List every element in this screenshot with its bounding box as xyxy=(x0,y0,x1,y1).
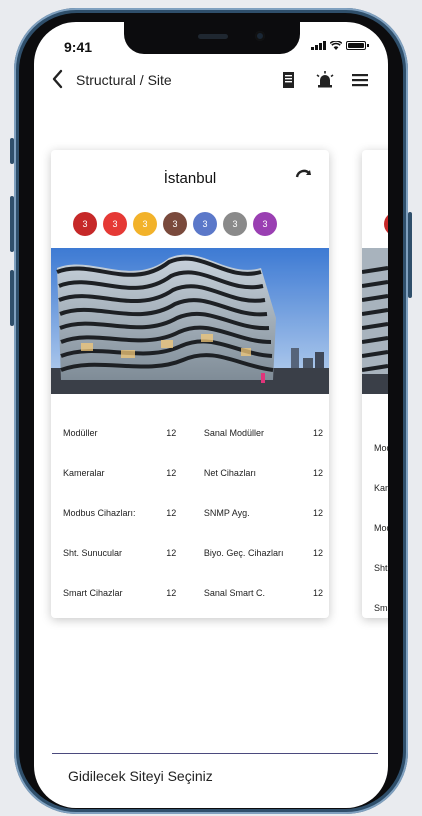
status-badge[interactable]: 3 xyxy=(253,212,277,236)
status-badge[interactable]: 3 xyxy=(163,212,187,236)
volume-down-button xyxy=(10,270,14,326)
stat-row: Smart Cihazlar 12 Sanal Smart C. 12 xyxy=(63,573,323,613)
signal-icon xyxy=(311,41,326,50)
stat-value: 12 xyxy=(312,468,323,478)
document-icon[interactable] xyxy=(278,70,298,90)
redo-icon[interactable] xyxy=(295,165,313,181)
select-site-prompt[interactable]: Gidilecek Siteyi Seçiniz xyxy=(68,768,213,784)
status-badge[interactable]: 3 xyxy=(193,212,217,236)
stat-value: 12 xyxy=(312,548,323,558)
stat-label: Kameralar xyxy=(63,468,105,478)
status-badges: 3 3 3 3 3 3 3 xyxy=(73,212,277,236)
stat-label: Modüller xyxy=(63,428,98,438)
back-arrow-icon[interactable] xyxy=(50,68,64,90)
alarm-light-icon[interactable] xyxy=(315,70,335,90)
breadcrumb: Structural / Site xyxy=(76,72,172,88)
status-badge[interactable]: 3 xyxy=(73,212,97,236)
status-icons xyxy=(311,41,369,50)
status-badge[interactable]: 3 xyxy=(133,212,157,236)
next-site-card[interactable]: Mod Kam Mod Sht. Sma xyxy=(362,150,388,618)
status-badge[interactable]: 3 xyxy=(103,212,127,236)
stat-label: SNMP Ayg. xyxy=(203,508,250,518)
front-camera xyxy=(255,31,265,41)
stat-label: Sma xyxy=(374,603,388,613)
battery-icon xyxy=(346,41,369,50)
site-stats-table: Modüller 12 Sanal Modüller 12 Kameralar … xyxy=(63,413,323,613)
stat-label: Sanal Smart C. xyxy=(203,588,265,598)
status-time: 9:41 xyxy=(64,39,93,55)
stat-value: 12 xyxy=(166,588,177,598)
stat-value: 12 xyxy=(166,428,177,438)
volume-up-button xyxy=(10,196,14,252)
notch xyxy=(124,22,300,54)
stat-row: Sht. Sunucular 12 Biyo. Geç. Cihazları 1… xyxy=(63,533,323,573)
stat-label: Sht. Sunucular xyxy=(63,548,123,558)
stat-label: Smart Cihazlar xyxy=(63,588,123,598)
stat-value: 12 xyxy=(312,428,323,438)
site-photo xyxy=(51,248,329,394)
stat-label: Mod xyxy=(374,443,388,453)
stat-value: 12 xyxy=(166,508,177,518)
footer-divider xyxy=(52,753,378,754)
menu-icon[interactable] xyxy=(350,70,370,90)
power-button xyxy=(408,212,412,298)
stat-label: Biyo. Geç. Cihazları xyxy=(203,548,284,558)
site-title: İstanbul xyxy=(163,170,217,187)
stat-value: 12 xyxy=(312,588,323,598)
status-badge[interactable]: 3 xyxy=(223,212,247,236)
stat-label: Modbus Cihazları: xyxy=(63,508,136,518)
stat-row: Modbus Cihazları: 12 SNMP Ayg. 12 xyxy=(63,493,323,533)
stat-label: Sht. xyxy=(374,563,388,573)
stat-label: Sanal Modüller xyxy=(203,428,264,438)
status-badge xyxy=(384,212,388,236)
stat-value: 12 xyxy=(166,548,177,558)
stat-label: Kam xyxy=(374,483,388,493)
stat-value: 12 xyxy=(166,468,177,478)
stat-row: Modüller 12 Sanal Modüller 12 xyxy=(63,413,323,453)
wifi-icon xyxy=(330,41,342,50)
top-nav-bar: Structural / Site xyxy=(34,60,388,100)
stat-row: Kameralar 12 Net Cihazları 12 xyxy=(63,453,323,493)
mute-switch xyxy=(10,138,14,164)
site-photo xyxy=(362,248,388,394)
site-card[interactable]: İstanbul 3 3 3 3 3 3 3 Modüller 12 Sanal… xyxy=(51,150,329,618)
speaker-grille xyxy=(198,34,228,39)
app-screen: 9:41 Structural / Site İstanbul 3 3 3 3 … xyxy=(34,22,388,808)
stat-value: 12 xyxy=(312,508,323,518)
stat-label: Mod xyxy=(374,523,388,533)
stat-label: Net Cihazları xyxy=(203,468,256,478)
